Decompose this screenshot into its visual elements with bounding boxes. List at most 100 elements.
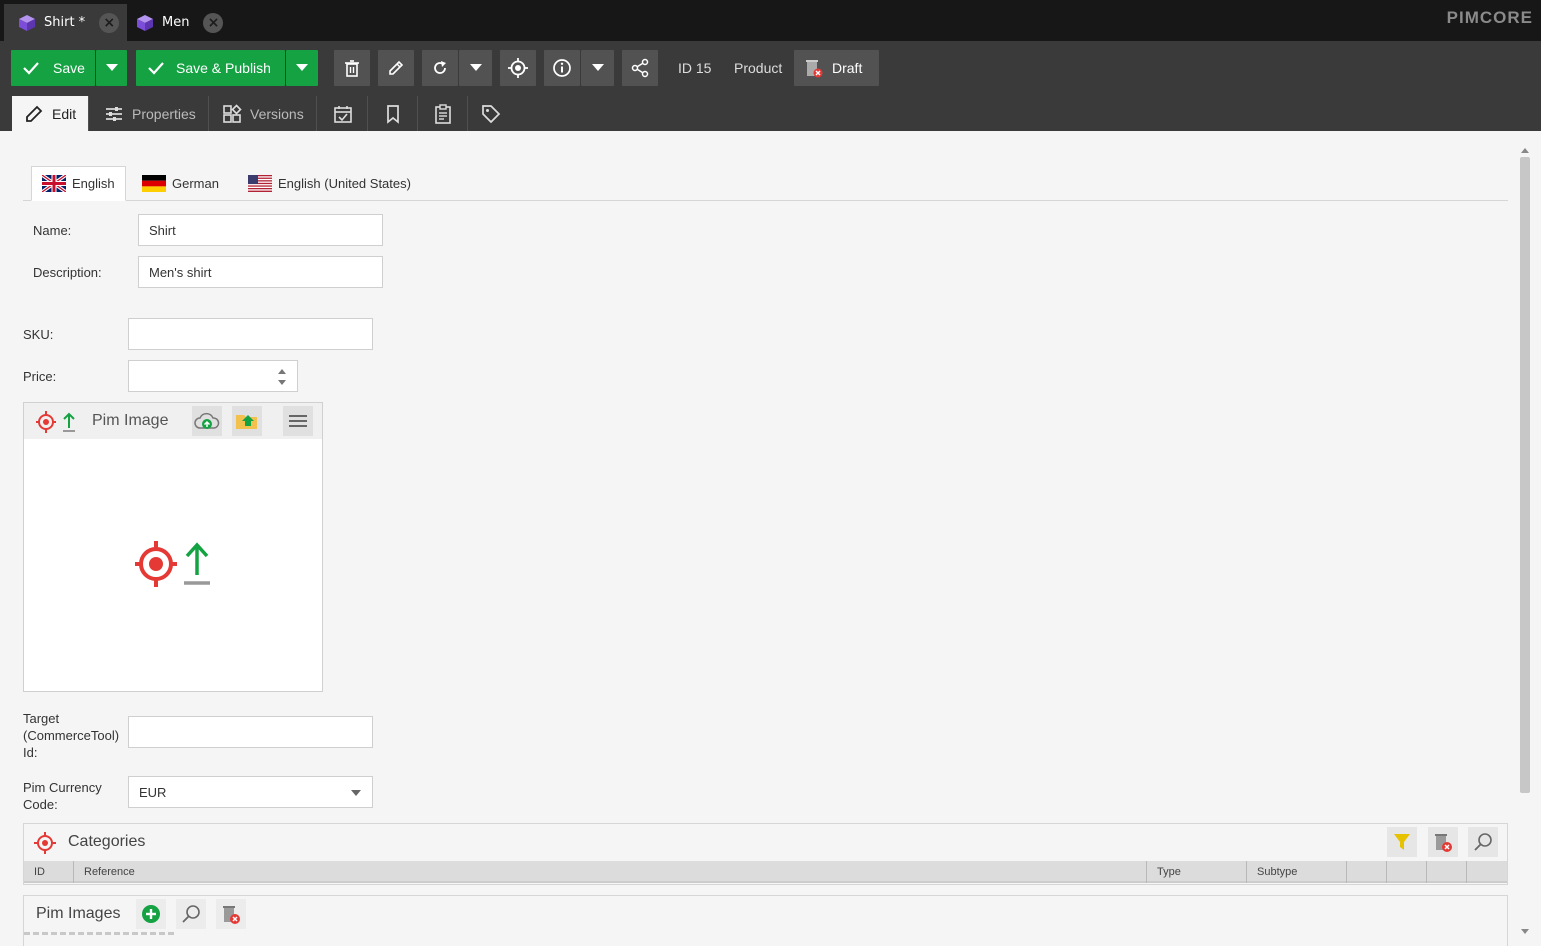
target-icon — [34, 832, 56, 854]
tab-shirt[interactable]: Shirt * × — [4, 4, 128, 41]
versions-icon — [223, 103, 242, 123]
share-button[interactable] — [622, 50, 658, 86]
clear-relations-button[interactable] — [1428, 827, 1458, 857]
check-icon — [23, 62, 39, 75]
save-publish-dropdown-button[interactable] — [286, 50, 318, 86]
close-icon[interactable]: × — [99, 12, 120, 33]
caret-down-icon — [105, 64, 118, 71]
tab-schedule[interactable] — [318, 96, 368, 131]
close-icon[interactable]: × — [203, 12, 224, 33]
search-button[interactable] — [1468, 827, 1498, 857]
spinner-icon[interactable] — [277, 368, 287, 386]
object-id: ID 15 — [678, 60, 712, 76]
name-input[interactable]: Shirt — [138, 214, 383, 246]
scroll-thumb[interactable] — [1520, 157, 1530, 793]
chevron-down-icon[interactable] — [350, 789, 362, 797]
german-flag-icon — [142, 175, 166, 192]
show-in-tree-button[interactable] — [500, 50, 536, 86]
info-button[interactable] — [544, 50, 580, 86]
reload-button[interactable] — [422, 50, 458, 86]
folder-upload-icon — [236, 415, 257, 429]
sku-label: SKU: — [23, 327, 54, 342]
info-icon — [553, 59, 571, 77]
pim-images-panel: Pim Images — [23, 895, 1508, 946]
scroll-up-icon[interactable] — [1521, 148, 1529, 153]
upload-cloud-button[interactable] — [192, 406, 222, 436]
rename-button[interactable] — [378, 50, 414, 86]
column-action-1 — [1347, 861, 1387, 883]
column-subtype[interactable]: Subtype — [1247, 861, 1347, 883]
save-dropdown-button[interactable] — [96, 50, 127, 86]
uk-flag-icon — [42, 175, 66, 192]
target-id-label-line1: Target — [23, 711, 60, 726]
cube-icon — [19, 14, 35, 31]
tab-english-us[interactable]: English (United States) — [238, 166, 421, 201]
bookmark-icon — [386, 104, 399, 124]
tab-english[interactable]: English — [31, 166, 126, 201]
tab-properties-label: Properties — [132, 105, 196, 122]
object-class: Product — [734, 60, 783, 76]
caret-down-icon — [591, 64, 604, 71]
image-menu-button[interactable] — [283, 406, 313, 436]
tab-men-label: Men — [162, 15, 190, 30]
pim-images-title: Pim Images — [36, 905, 121, 922]
pim-image-header: Pim Image — [24, 403, 322, 439]
caret-down-icon — [469, 64, 482, 71]
currency-value: EUR — [139, 784, 167, 800]
reload-dropdown-button[interactable] — [459, 50, 492, 86]
categories-grid-header: ID Reference Type Subtype — [24, 861, 1507, 883]
save-publish-button[interactable]: Save & Publish — [136, 50, 285, 86]
filter-button[interactable] — [1387, 827, 1417, 857]
save-button[interactable]: Save — [11, 50, 95, 86]
upload-folder-button[interactable] — [232, 406, 262, 436]
column-id[interactable]: ID — [24, 861, 74, 883]
info-dropdown-button[interactable] — [581, 50, 614, 86]
name-label: Name: — [33, 223, 72, 238]
tab-english-us-label: English (United States) — [278, 176, 411, 191]
sku-input[interactable] — [128, 318, 373, 350]
tab-versions[interactable]: Versions — [210, 96, 317, 131]
categories-panel: Categories ID Reference Type Subtype — [23, 823, 1508, 885]
draft-button[interactable]: Draft — [794, 50, 879, 86]
tab-notes[interactable] — [368, 96, 418, 131]
target-id-label-line3: Id: — [23, 745, 38, 760]
share-icon — [631, 58, 649, 78]
tab-german[interactable]: German — [132, 166, 229, 201]
description-input[interactable]: Men's shirt — [138, 256, 383, 288]
delete-button[interactable] — [334, 50, 370, 86]
currency-label-line1: Pim Currency — [23, 780, 102, 795]
target-id-input[interactable] — [128, 716, 373, 748]
image-placeholder-icon — [135, 541, 210, 587]
filter-icon — [1394, 834, 1410, 850]
tab-edit[interactable]: Edit — [12, 96, 90, 131]
search-icon — [182, 905, 200, 923]
tab-tasks[interactable] — [418, 96, 468, 131]
description-label: Description: — [33, 265, 102, 280]
add-image-button[interactable] — [136, 899, 166, 929]
check-icon — [148, 62, 164, 75]
price-label: Price: — [23, 369, 57, 384]
pencil-icon — [389, 60, 404, 75]
tab-tags[interactable] — [468, 96, 514, 131]
tab-men[interactable]: Men × — [122, 4, 231, 41]
save-publish-label: Save & Publish — [176, 60, 271, 76]
currency-select[interactable]: EUR — [128, 776, 373, 808]
vertical-scrollbar[interactable] — [1518, 145, 1532, 940]
column-type[interactable]: Type — [1147, 861, 1247, 883]
search-images-button[interactable] — [176, 899, 206, 929]
target-id-label-line2: (CommerceTool) — [23, 728, 120, 743]
draft-delete-icon — [806, 60, 823, 78]
target-upload-icon — [36, 411, 75, 433]
clear-images-button[interactable] — [216, 899, 246, 929]
tab-properties[interactable]: Properties — [92, 96, 209, 131]
clipboard-icon — [434, 103, 451, 124]
price-input[interactable] — [128, 360, 298, 392]
scroll-down-icon[interactable] — [1521, 929, 1529, 934]
tab-versions-label: Versions — [250, 105, 304, 122]
trash-remove-icon — [223, 906, 240, 924]
column-action-3 — [1427, 861, 1467, 883]
drop-zone-indicator — [24, 932, 174, 935]
save-label: Save — [53, 60, 85, 76]
menu-icon — [289, 415, 307, 427]
column-reference[interactable]: Reference — [74, 861, 1147, 883]
